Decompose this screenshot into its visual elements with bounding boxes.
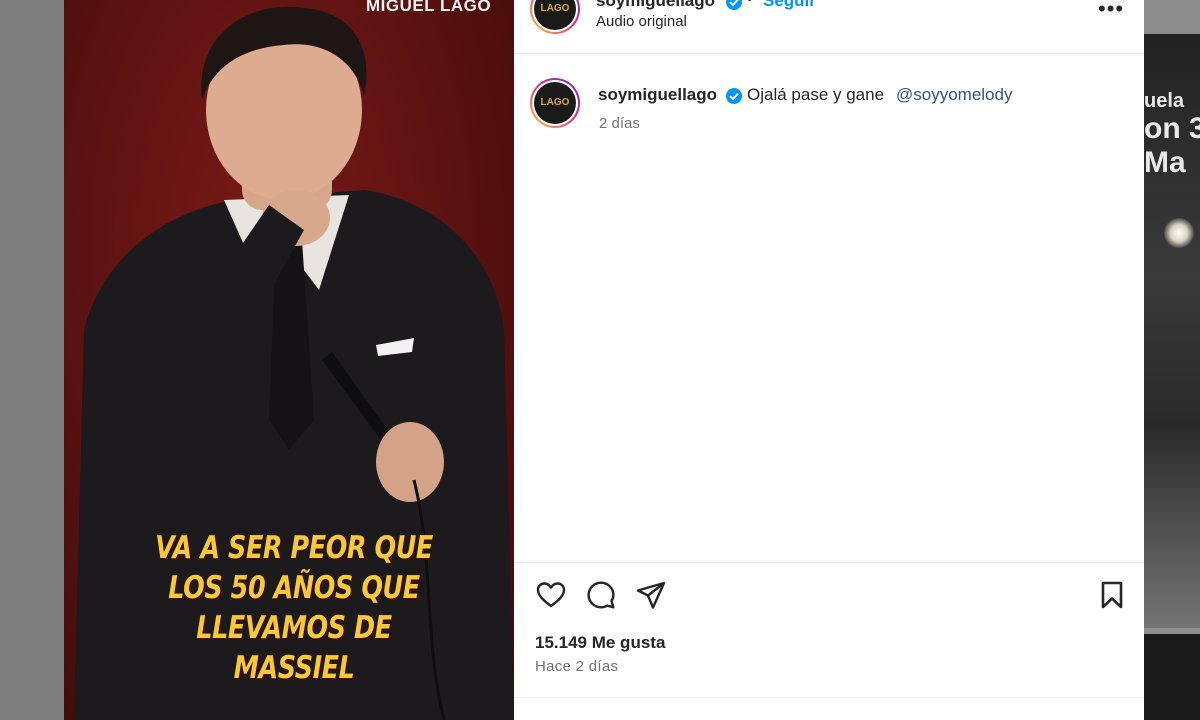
verified-icon [726, 88, 742, 104]
video-caption: VA A SER PEOR QUE LOS 50 AÑOS QUE LLEVAM… [155, 528, 434, 688]
more-options-button[interactable]: ••• [1098, 0, 1123, 20]
video-watermark: MIGUEL LAGO [366, 0, 492, 15]
post-media[interactable]: MIGUEL LAGO VA A SER PEOR QUE LOS 50 AÑO… [64, 0, 514, 720]
avatar-image: LAGO [534, 0, 576, 30]
post-header: LAGO soymiguellago • Seguir Audio origin… [514, 0, 1144, 54]
next-post-bottom [1144, 634, 1200, 720]
post-date: Hace 2 días [535, 658, 619, 675]
backdrop-next-post-preview[interactable]: uela on 3 Ma [1144, 0, 1200, 720]
avatar-image: LAGO [534, 82, 576, 124]
caption-line: LOS 50 AÑOS QUE [168, 570, 420, 606]
comment-icon[interactable] [585, 579, 617, 611]
next-post-text-line: uela [1144, 90, 1185, 112]
comment-avatar[interactable]: LAGO [530, 78, 580, 128]
performer-hand-lower [376, 422, 444, 502]
caption-line: VA A SER PEOR QUE [155, 530, 433, 566]
like-count[interactable]: 15.149 Me gusta [535, 633, 665, 653]
comment-text: Ojalá pase y gane [747, 85, 885, 104]
post-panel: LAGO soymiguellago • Seguir Audio origin… [514, 0, 1144, 720]
next-post-text-line: Ma [1144, 146, 1186, 179]
follow-button[interactable]: Seguir [763, 0, 816, 11]
heart-icon[interactable] [535, 579, 567, 611]
next-post-text-line: on 3 [1144, 112, 1200, 145]
header-username[interactable]: soymiguellago [596, 0, 715, 11]
avatar[interactable]: LAGO [530, 0, 580, 34]
action-bar: 15.149 Me gusta Hace 2 días [514, 562, 1144, 698]
comment-timestamp[interactable]: 2 días [599, 115, 640, 132]
audio-link[interactable]: Audio original [596, 13, 687, 30]
bookmark-icon[interactable] [1096, 579, 1128, 611]
share-icon[interactable] [635, 579, 667, 611]
mention-link[interactable]: @soyyomelody [896, 85, 1012, 105]
separator-dot: • [747, 0, 752, 8]
comment-username[interactable]: soymiguellago [598, 85, 717, 105]
stage-light [1164, 218, 1194, 248]
next-post-text: uela on 3 Ma [1144, 90, 1200, 180]
backdrop-left [0, 0, 64, 720]
verified-icon [726, 0, 742, 10]
backdrop-bar [1144, 0, 1200, 34]
caption-line: LLEVAMOS DE MASSIEL [196, 610, 392, 686]
